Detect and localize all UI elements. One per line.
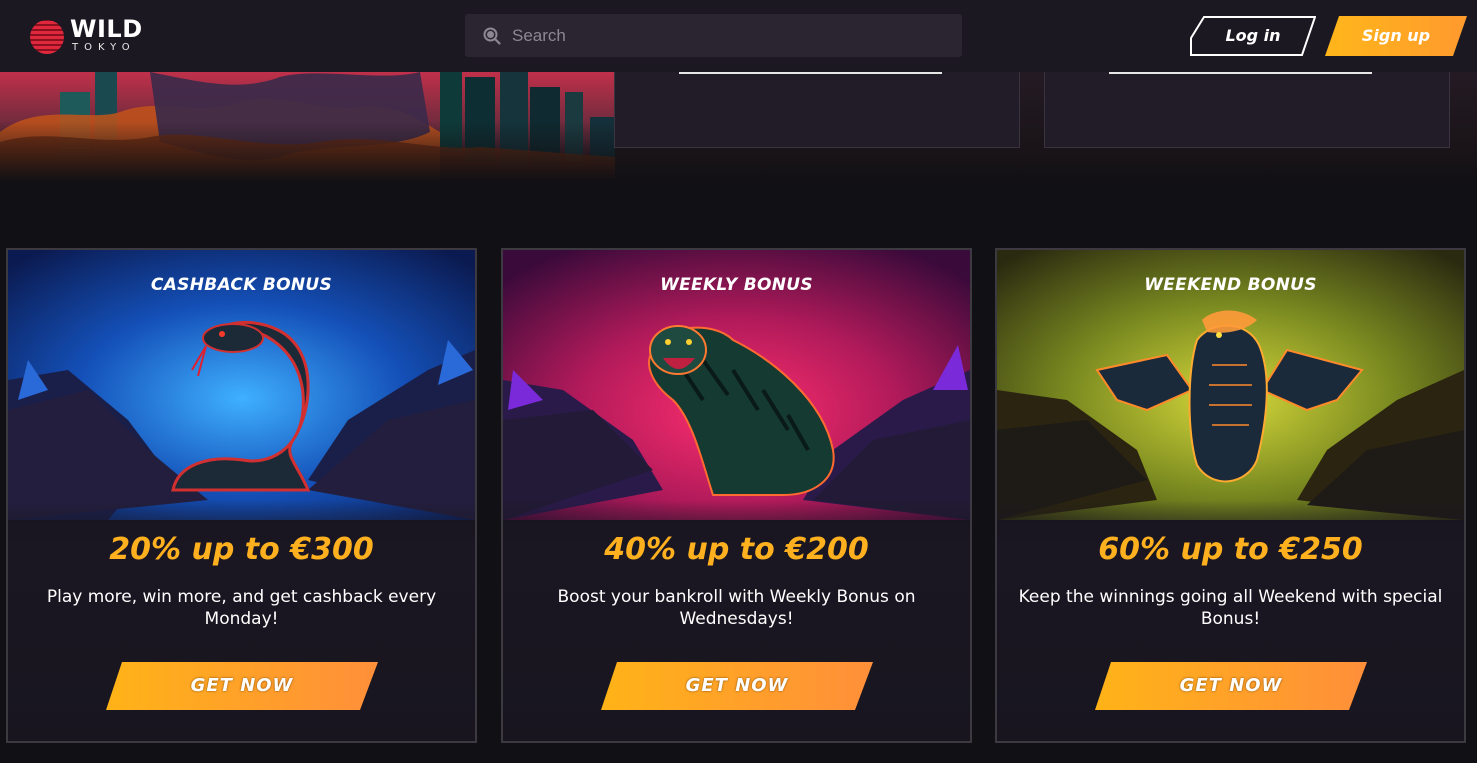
rising-sun-icon [30,20,64,54]
logo-wordmark: WILD [70,15,143,43]
search-bar[interactable] [465,14,962,57]
divider [1109,72,1372,74]
promo-amount: 40% up to €200 [604,532,869,567]
get-now-button[interactable]: GET NOW [106,662,378,710]
promo-title: CASHBACK BONUS [150,275,333,295]
promo-amount: 60% up to €250 [1098,532,1363,567]
wild-tokyo-logo[interactable]: WILD TOKYO [30,16,150,56]
promo-card-weekly[interactable]: WEEKLY BONUS 40% up to €200 Boost your b… [501,248,972,743]
get-now-label: GET NOW [1179,675,1283,696]
top-navbar: WILD TOKYO Log in Sign up [0,0,1477,72]
search-icon [483,27,501,45]
login-label: Log in [1225,26,1281,45]
get-now-label: GET NOW [190,675,294,696]
promo-description: Keep the winnings going all Weekend with… [1018,587,1443,629]
hero-promo-panel [614,72,1020,148]
hero-promo-panel [1044,72,1450,148]
get-now-label: GET NOW [685,675,789,696]
promo-description: Boost your bankroll with Weekly Bonus on… [557,587,916,629]
promo-amount: 20% up to €300 [109,532,374,567]
hero-cityscape-image [0,72,615,182]
signup-button[interactable]: Sign up [1325,16,1467,56]
signup-label: Sign up [1361,26,1431,45]
login-button[interactable]: Log in [1190,16,1316,56]
promo-card-weekend[interactable]: WEEKEND BONUS 60% up to €250 Keep the wi… [995,248,1466,743]
search-input[interactable] [512,14,942,57]
promo-title: WEEKLY BONUS [660,275,813,295]
get-now-button[interactable]: GET NOW [601,662,873,710]
hero-banner-strip [0,72,1477,182]
logo-subtitle: TOKYO [72,42,136,53]
promo-title: WEEKEND BONUS [1144,275,1317,295]
get-now-button[interactable]: GET NOW [1095,662,1367,710]
divider [679,72,942,74]
promo-card-cashback[interactable]: CASHBACK BONUS 20% up to €300 Play more,… [6,248,477,743]
promo-description: Play more, win more, and get cashback ev… [46,587,437,629]
